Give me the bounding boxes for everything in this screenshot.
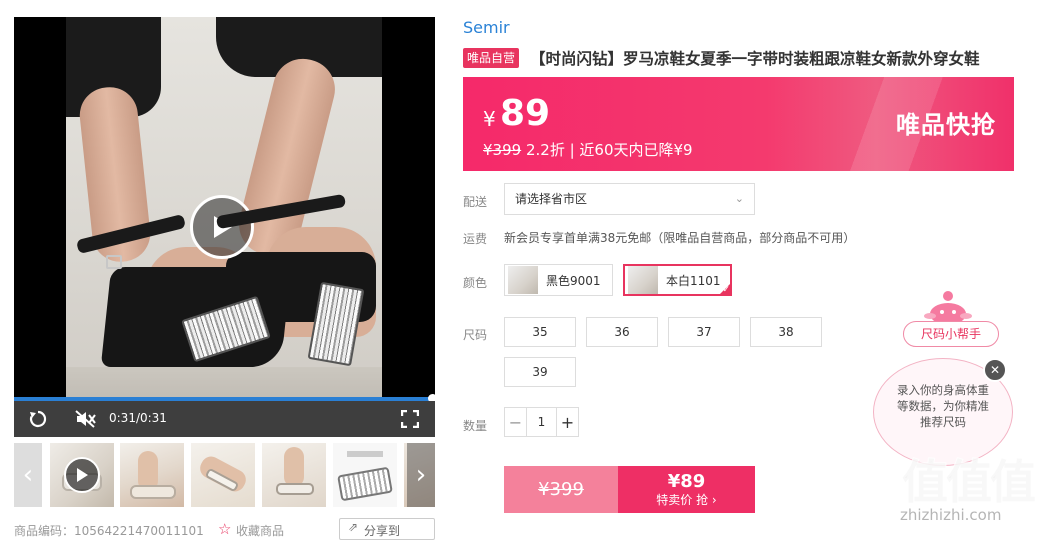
watermark-url: zhizhizhi.com xyxy=(900,506,1002,524)
brand-link[interactable]: Semir xyxy=(463,18,510,37)
discount-rate: 2.2折 xyxy=(525,141,565,159)
mascot-icon xyxy=(924,291,972,324)
color-option-label: 本白1101 xyxy=(666,273,721,288)
share-label: 分享到 xyxy=(364,524,401,538)
sale-price: 89 xyxy=(500,93,551,134)
thumbnail-3[interactable] xyxy=(191,443,255,507)
size-option[interactable]: 37 xyxy=(668,317,740,347)
watermark-logo: 值值值 xyxy=(901,454,1037,510)
thumb-play-button[interactable] xyxy=(64,457,100,493)
thumbnail-2[interactable] xyxy=(120,443,184,507)
buy-button[interactable]: ¥399 ¥89 特卖价 抢 › xyxy=(504,466,755,513)
chevron-down-icon: ⌄ xyxy=(734,192,744,205)
price-details: ¥399 2.2折 | 近60天内已降¥9 xyxy=(483,139,693,160)
size-helper-button[interactable]: 尺码小帮手 xyxy=(903,321,999,347)
shipping-label: 配送 xyxy=(463,195,488,209)
buy-action-text: 特卖价 抢 xyxy=(656,492,709,507)
color-swatch xyxy=(508,266,538,294)
region-select[interactable]: 请选择省市区 ⌄ xyxy=(504,183,755,215)
buy-action-label: 特卖价 抢 › xyxy=(656,492,716,508)
price-drop-note: 近60天内已降¥9 xyxy=(579,141,693,159)
product-title: 【时尚闪钻】罗马凉鞋女夏季一字带时装粗跟凉鞋女新款外穿女鞋 xyxy=(530,50,980,68)
chevron-right-icon: › xyxy=(711,492,717,507)
thumb-shoe xyxy=(130,485,176,499)
product-video[interactable]: 0:31/0:31 xyxy=(14,17,435,437)
color-option-label: 黑色9001 xyxy=(546,273,601,288)
color-swatch xyxy=(628,266,658,294)
original-price: ¥399 xyxy=(483,141,522,159)
buy-action: ¥89 特卖价 抢 › xyxy=(618,466,755,513)
quantity-input[interactable] xyxy=(527,408,556,436)
check-icon: ✓ xyxy=(722,285,730,295)
video-controls: 0:31/0:31 xyxy=(14,401,435,437)
thumb-leg xyxy=(284,447,304,487)
quantity-stepper: − + xyxy=(504,407,579,437)
thumb-prev-button[interactable]: ‹ xyxy=(14,443,42,507)
bottom-info-row: 商品编码：10564221470011101 ☆ 收藏商品 ⇗ 分享到 xyxy=(14,518,444,540)
price-separator: | xyxy=(564,141,580,159)
size-label: 尺码 xyxy=(463,328,488,342)
thumbnail-strip: ‹ › xyxy=(14,443,435,509)
color-label: 颜色 xyxy=(463,276,488,290)
thumb-next-button[interactable]: › xyxy=(407,443,435,507)
favorite-link[interactable]: 收藏商品 xyxy=(236,522,284,539)
thumbnail-5[interactable] xyxy=(333,443,397,507)
size-option[interactable]: 39 xyxy=(504,357,576,387)
close-tip-button[interactable]: ✕ xyxy=(983,358,1007,382)
video-time: 0:31/0:31 xyxy=(109,411,167,425)
close-icon: ✕ xyxy=(989,363,1001,377)
buy-original-price: ¥399 xyxy=(504,466,618,513)
price-banner: ¥ 89 ¥399 2.2折 | 近60天内已降¥9 唯品快抢 xyxy=(463,77,1014,171)
play-icon xyxy=(77,468,88,482)
size-option[interactable]: 35 xyxy=(504,317,576,347)
chevron-left-icon: ‹ xyxy=(22,460,34,490)
thumbnail-4[interactable] xyxy=(262,443,326,507)
thumb-rhinestone xyxy=(337,466,393,502)
thumb-shoe xyxy=(276,483,314,495)
thumb-caption xyxy=(347,451,383,457)
freight-info: 新会员专享首单满38元免邮（限唯品自营商品，部分商品不可用） xyxy=(504,231,856,245)
buckle xyxy=(106,255,122,269)
chevron-right-icon: › xyxy=(415,460,427,490)
color-option-white[interactable]: 本白1101 ✓ xyxy=(623,264,732,296)
buy-price: ¥89 xyxy=(667,470,706,492)
star-icon[interactable]: ☆ xyxy=(218,520,231,538)
color-option-black[interactable]: 黑色9001 xyxy=(504,264,613,296)
replay-icon[interactable] xyxy=(26,407,50,431)
self-operated-badge: 唯品自营 xyxy=(463,48,520,68)
fullscreen-icon[interactable] xyxy=(398,407,422,431)
freight-label: 运费 xyxy=(463,232,488,246)
size-tip-text: 录入你的身高体重等数据，为你精准推荐尺码 xyxy=(897,383,989,429)
quantity-label: 数量 xyxy=(463,419,488,433)
product-code: 商品编码：10564221470011101 xyxy=(14,524,204,538)
mute-icon[interactable] xyxy=(74,407,98,431)
quantity-minus-button[interactable]: − xyxy=(505,408,527,436)
size-option[interactable]: 36 xyxy=(586,317,658,347)
currency-symbol: ¥ xyxy=(483,107,496,131)
video-frame xyxy=(66,17,382,413)
size-option[interactable]: 38 xyxy=(750,317,822,347)
region-select-value: 请选择省市区 xyxy=(515,192,588,206)
quantity-plus-button[interactable]: + xyxy=(556,408,578,436)
flash-sale-label: 唯品快抢 xyxy=(896,111,996,139)
share-button[interactable]: ⇗ 分享到 xyxy=(339,518,435,540)
